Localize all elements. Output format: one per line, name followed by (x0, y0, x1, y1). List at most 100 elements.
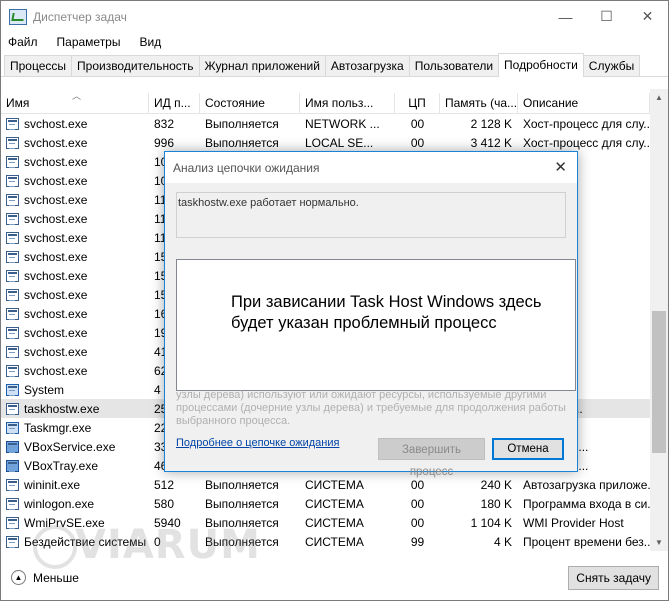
cell-description: Программа входа в си... (523, 496, 650, 511)
process-name: taskhostw.exe (24, 401, 100, 416)
fewer-details-toggle[interactable]: ▲ Меньше (11, 570, 79, 585)
cell-description: WMI Provider Host (523, 515, 624, 530)
menu-options[interactable]: Параметры (53, 35, 125, 49)
process-name: svchost.exe (24, 173, 88, 188)
process-icon (6, 383, 19, 396)
process-name: Taskmgr.exe (24, 420, 92, 435)
cell-user: СИСТЕМА (305, 515, 364, 530)
cell-user: LOCAL SE... (305, 135, 374, 150)
dialog-close-icon[interactable]: ✕ (554, 158, 567, 176)
process-icon (6, 497, 19, 510)
process-icon (6, 440, 19, 453)
cell-user: СИСТЕМА (305, 496, 364, 511)
cell-cpu: 00 (410, 135, 425, 150)
process-name: svchost.exe (24, 249, 88, 264)
process-icon (6, 345, 19, 358)
column-header-cpu[interactable]: ЦП (395, 93, 440, 113)
tab-startup[interactable]: Автозагрузка (324, 55, 410, 76)
dialog-status-box: taskhostw.exe работает нормально. (176, 192, 566, 238)
table-row[interactable]: svchost.exe 996 Выполняется LOCAL SE... 00 3 … (1, 133, 650, 152)
process-name: VBoxTray.exe (24, 458, 99, 473)
table-header: ︿ Имя ИД п... Состояние Имя польз... ЦП … (1, 89, 650, 114)
tab-services[interactable]: Службы (582, 55, 641, 76)
table-row[interactable]: wininit.exe 512 Выполняется СИСТЕМА 00 240 KА… (1, 475, 650, 494)
column-header-status[interactable]: Состояние (200, 93, 300, 113)
table-row[interactable]: winlogon.exe 580 Выполняется СИСТЕМА 00 180 K… (1, 494, 650, 513)
menu-view[interactable]: Вид (135, 35, 165, 49)
column-header-pid[interactable]: ИД п... (149, 93, 200, 113)
cell-name: VBoxTray.exe (1, 459, 149, 473)
process-name: svchost.exe (24, 154, 88, 169)
tab-processes[interactable]: Процессы (4, 55, 73, 76)
process-name: svchost.exe (24, 135, 88, 150)
end-process-button[interactable]: Завершить процесс (378, 438, 485, 478)
scroll-thumb[interactable] (652, 311, 666, 453)
process-name: VBoxService.exe (24, 439, 116, 454)
process-name: svchost.exe (24, 287, 88, 302)
cell-name: svchost.exe (1, 212, 149, 226)
process-name: svchost.exe (24, 211, 88, 226)
wait-chain-help-link[interactable]: Подробнее о цепочке ожидания (176, 437, 339, 449)
end-task-button[interactable]: Снять задачу (568, 566, 659, 590)
title-bar[interactable]: Диспетчер задач — ☐ ✕ (1, 1, 668, 32)
cell-name: taskhostw.exe (1, 402, 149, 416)
cell-name: svchost.exe (1, 155, 149, 169)
process-icon (6, 174, 19, 187)
cell-status: Выполняется (205, 116, 279, 131)
process-icon (6, 459, 19, 472)
cell-name: svchost.exe (1, 364, 149, 378)
process-icon (6, 155, 19, 168)
cell-description: Хост-процесс для слу... (523, 135, 650, 150)
scroll-down-icon[interactable]: ▼ (650, 534, 668, 551)
cancel-button[interactable]: Отмена (492, 438, 564, 460)
cell-name: svchost.exe (1, 307, 149, 321)
tab-app-history[interactable]: Журнал приложений (198, 55, 326, 76)
tab-details[interactable]: Подробности (498, 53, 584, 77)
menu-file[interactable]: Файл (4, 35, 42, 49)
fewer-details-label: Меньше (33, 570, 79, 585)
column-header-memory[interactable]: Память (ча... (440, 93, 518, 113)
cell-pid: 996 (154, 135, 175, 150)
process-name: svchost.exe (24, 268, 88, 283)
cell-name: VBoxService.exe (1, 440, 149, 454)
column-header-user[interactable]: Имя польз... (300, 93, 395, 113)
process-icon (6, 535, 19, 548)
cell-pid: 580 (154, 496, 175, 511)
cell-cpu: 00 (410, 496, 425, 511)
tab-users[interactable]: Пользователи (408, 55, 500, 76)
maximize-button[interactable]: ☐ (586, 1, 627, 32)
process-icon (6, 269, 19, 282)
task-manager-icon (9, 8, 27, 25)
process-icon (6, 117, 19, 130)
cell-pid: 512 (154, 477, 175, 492)
minimize-button[interactable]: — (545, 1, 586, 32)
vertical-scrollbar[interactable]: ▲ ▼ (650, 89, 668, 551)
process-name: svchost.exe (24, 363, 88, 378)
cell-name: svchost.exe (1, 288, 149, 302)
cell-name: svchost.exe (1, 136, 149, 150)
process-icon (6, 250, 19, 263)
process-name: winlogon.exe (24, 496, 95, 511)
cell-memory: 3 412 K (470, 135, 512, 150)
cell-name: svchost.exe (1, 326, 149, 340)
dialog-title-bar[interactable]: Анализ цепочки ожидания ✕ (165, 152, 577, 183)
table-row[interactable]: svchost.exe 832 Выполняется NETWORK ... 00 2 … (1, 114, 650, 133)
wait-chain-tree[interactable]: При зависании Task Host Windows здесь бу… (176, 259, 576, 391)
process-icon (6, 136, 19, 149)
cell-status: Выполняется (205, 477, 279, 492)
close-button[interactable]: ✕ (627, 1, 668, 32)
cell-name: svchost.exe (1, 250, 149, 264)
process-name: svchost.exe (24, 344, 88, 359)
process-icon (6, 421, 19, 434)
cell-name: Taskmgr.exe (1, 421, 149, 435)
dialog-hint-text: узлы дерева) используют или ожидают ресу… (176, 389, 566, 427)
column-header-description[interactable]: Описание (518, 93, 650, 113)
process-name: svchost.exe (24, 325, 88, 340)
window-title: Диспетчер задач (33, 9, 127, 24)
process-icon (6, 364, 19, 377)
scroll-up-icon[interactable]: ▲ (650, 89, 668, 106)
process-icon (6, 402, 19, 415)
cell-user: СИСТЕМА (305, 477, 364, 492)
tab-performance[interactable]: Производительность (71, 55, 200, 76)
cell-cpu: 00 (410, 116, 425, 131)
